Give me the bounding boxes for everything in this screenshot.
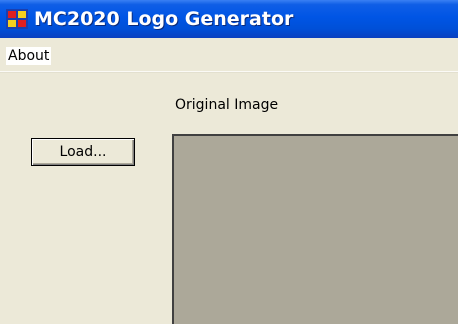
load-button[interactable]: Load... <box>31 138 135 166</box>
app-window-icon[interactable] <box>6 9 28 29</box>
window-title: MC2020 Logo Generator <box>34 8 294 30</box>
menu-item-about[interactable]: About <box>6 47 52 65</box>
menu-bar: About <box>0 38 458 71</box>
title-bar[interactable]: MC2020 Logo Generator <box>0 0 458 38</box>
original-image-box <box>172 134 458 324</box>
original-image-label: Original Image <box>175 97 279 113</box>
